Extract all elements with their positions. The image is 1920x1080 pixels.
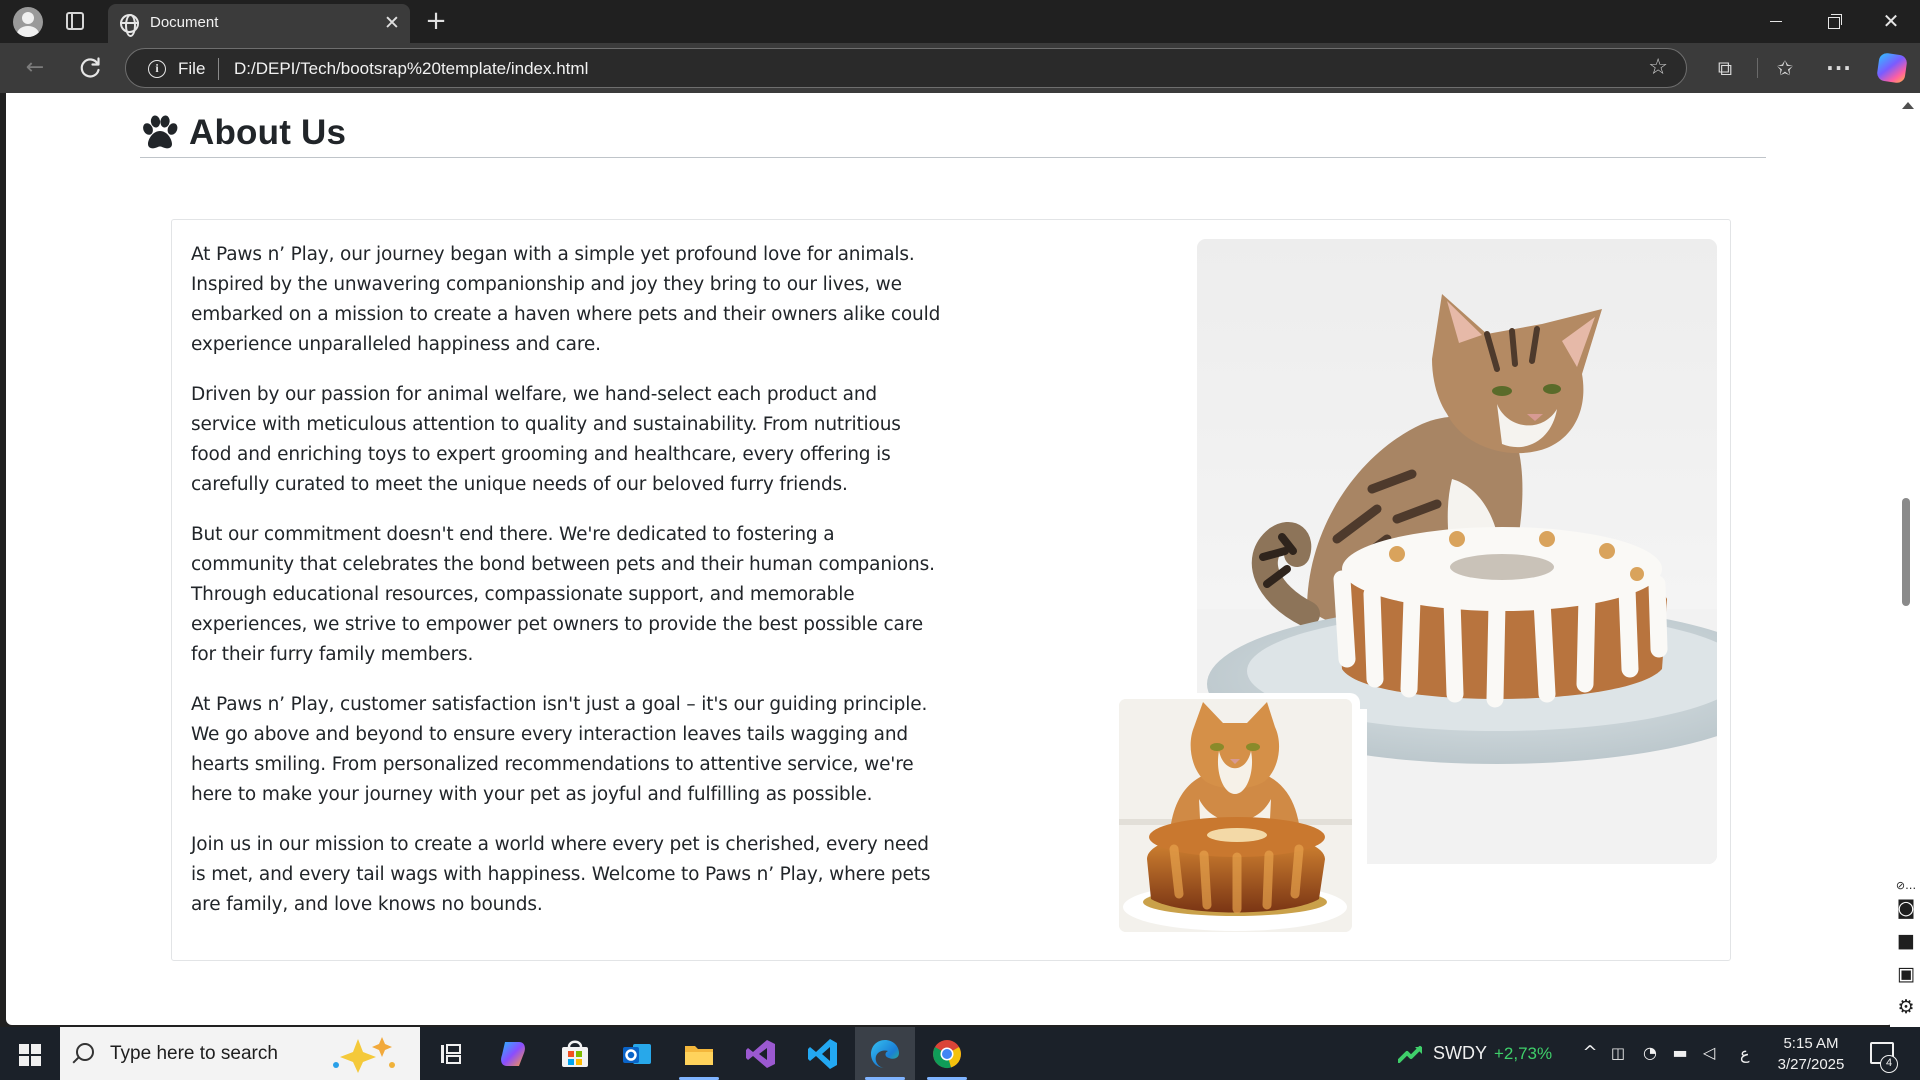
vscode-icon[interactable] [805,1036,841,1072]
url-text[interactable]: D:/DEPI/Tech/bootsrap%20template/index.h… [234,59,588,79]
paw-icon [143,115,178,149]
about-paragraph-3: But our commitment doesn't end there. We… [191,524,935,665]
profile-icon[interactable] [13,7,43,37]
taskbar-search-box[interactable]: Type here to search [60,1027,420,1080]
stock-up-icon[interactable] [1398,1045,1424,1063]
about-paragraph-1: At Paws n’ Play, our journey began with … [191,244,941,355]
tab-title: Document [150,14,219,31]
search-placeholder: Type here to search [110,1043,278,1064]
clock-time: 5:15 AM [1783,1035,1839,1052]
about-paragraph-2: Driven by our passion for animal welfare… [191,384,901,495]
about-paragraph-4: At Paws n’ Play, customer satisfaction i… [191,694,928,805]
about-paragraph-5: Join us in our mission to create a world… [191,834,931,915]
title-divider [140,157,1766,158]
tab-close-button[interactable]: ✕ [380,11,404,35]
copilot-taskbar-icon[interactable] [495,1036,531,1072]
search-icon [76,1043,94,1061]
window-close-button[interactable]: ✕ [1871,6,1911,36]
system-clock[interactable]: 5:15 AM 3/27/2025 [1770,1033,1852,1075]
about-card: At Paws n’ Play, our journey began with … [171,219,1731,961]
battery-icon[interactable]: ▬ [1670,1043,1690,1063]
page-title: About Us [189,113,347,152]
show-hidden-icons-chevron-icon[interactable]: ^ [1580,1043,1600,1063]
file-explorer-icon[interactable] [681,1036,717,1072]
stock-ticker[interactable]: SWDY [1433,1043,1487,1064]
settings-gear-icon[interactable]: ⚙ [1894,996,1918,1018]
address-bar[interactable]: i File D:/DEPI/Tech/bootsrap%20template/… [125,48,1687,88]
edge-icon[interactable] [867,1036,903,1072]
toolbar-separator [1757,58,1758,78]
windows-start-icon[interactable] [19,1044,41,1066]
favorites-icon[interactable]: ✩ [1772,55,1798,81]
task-view-icon[interactable] [432,1036,468,1072]
tab-actions-icon[interactable] [66,12,84,30]
address-scheme-label: File [178,59,206,78]
copilot-icon[interactable] [1876,52,1908,84]
reload-button[interactable] [76,54,104,82]
chrome-icon[interactable] [929,1036,965,1072]
capture-toolbar: ⊘… ◙ ■ ▣ ⚙ [1890,875,1920,1027]
minimize-button[interactable] [1756,6,1796,36]
back-button[interactable]: ← [20,53,50,83]
globe-icon [120,14,139,37]
notification-count-badge: 4 [1880,1055,1898,1073]
section-heading: About Us [140,113,346,153]
about-text: At Paws n’ Play, our journey began with … [191,240,941,940]
outlook-icon[interactable] [619,1036,655,1072]
web-page: About Us At Paws n’ Play, our journey be… [6,93,1894,1025]
camera-icon[interactable]: ◙ [1894,897,1918,919]
star-icon[interactable]: ☆ [1648,56,1668,80]
address-separator [218,58,219,80]
window-capture-icon[interactable]: ▣ [1894,963,1918,985]
video-icon[interactable]: ■ [1894,930,1918,952]
tab-strip: Document ✕ + ✕ [0,0,1920,43]
restore-button[interactable] [1813,6,1853,36]
meet-now-icon[interactable]: ◫ [1608,1043,1628,1063]
wifi-icon[interactable]: ◔ [1640,1043,1660,1063]
clock-date: 3/27/2025 [1777,1056,1845,1073]
page-viewport: About Us At Paws n’ Play, our journey be… [0,93,1920,1027]
microsoft-store-icon[interactable] [557,1036,593,1072]
pin-icon[interactable]: ⊘… [1894,875,1918,897]
scroll-thumb[interactable] [1902,498,1910,606]
scroll-up-arrow-icon[interactable] [1902,102,1914,109]
info-icon[interactable]: i [148,60,166,78]
orange-cat-cake-image [1119,699,1352,932]
browser-toolbar: ← i File D:/DEPI/Tech/bootsrap%20templat… [0,43,1920,93]
more-icon[interactable]: ··· [1826,55,1852,81]
visual-studio-icon[interactable] [743,1036,779,1072]
search-highlight-icon [333,1037,395,1073]
input-language-indicator[interactable]: ع [1740,1044,1750,1064]
volume-icon[interactable]: ◁ [1699,1043,1719,1063]
new-tab-button[interactable]: + [422,7,450,35]
tab-document[interactable]: Document ✕ [108,4,410,43]
stock-change[interactable]: +2,73% [1494,1044,1552,1064]
extensions-icon[interactable]: ⧉ [1712,55,1738,81]
taskbar: Type here to search SWDY +2,73% ^ ◫ ◔ ▬ … [0,1027,1920,1080]
